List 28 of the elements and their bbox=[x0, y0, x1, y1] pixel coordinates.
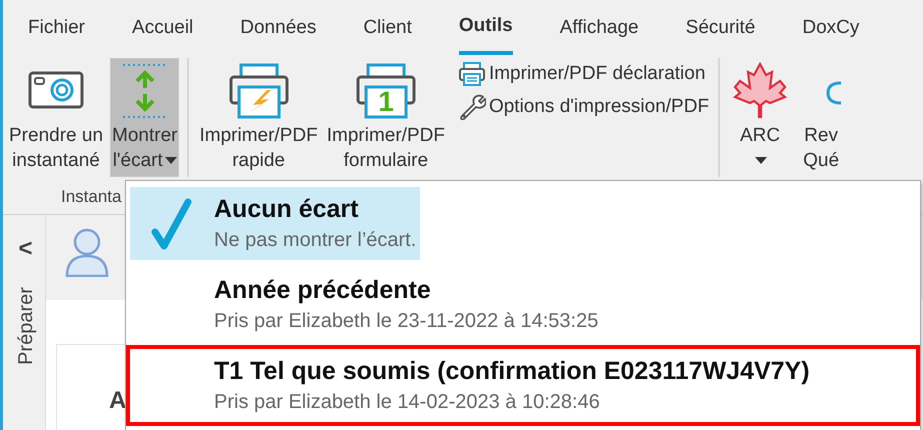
ribbon-button[interactable]: 1 Imprimer/PDF formulaire bbox=[324, 58, 447, 177]
menu-tab[interactable]: Accueil bbox=[132, 0, 194, 55]
ribbon-button[interactable]: Imprimer/PDF déclaration bbox=[458, 60, 710, 88]
menu-tab[interactable]: Outils bbox=[458, 0, 513, 55]
card-heading: A bbox=[109, 387, 126, 414]
panel-tab[interactable]: Préparer bbox=[10, 287, 40, 365]
menu-item[interactable]: T1 Tel que soumis (confirmation E023117WJ4V7Y) Pris par Elizabeth le 14-02-2023 à 10:28:46 bbox=[130, 349, 814, 422]
printer-bolt-icon bbox=[228, 61, 289, 119]
menu-item[interactable]: Année précédente Pris par Elizabeth le 23-11-2022 à 14:53:25 bbox=[130, 268, 602, 341]
check-icon bbox=[150, 196, 194, 252]
ribbon-button[interactable]: ARC bbox=[728, 58, 792, 177]
menu-tab[interactable]: Sécurité bbox=[686, 0, 756, 55]
menu-tab[interactable]: DoxCy bbox=[802, 0, 860, 55]
user-icon bbox=[64, 227, 110, 277]
menu-tab[interactable]: Données bbox=[240, 0, 316, 55]
printer-icon bbox=[458, 61, 486, 88]
ribbon-button[interactable]: Rev Qué bbox=[797, 58, 846, 177]
menu-tab[interactable]: Affichage bbox=[560, 0, 639, 55]
menu-item[interactable]: Aucun écart Ne pas montrer l’écart. bbox=[130, 187, 420, 260]
ribbon-button[interactable]: Prendre un instantané bbox=[7, 58, 106, 177]
menu-tab[interactable]: Fichier bbox=[28, 0, 86, 55]
menu-tab[interactable]: Client bbox=[363, 0, 412, 55]
ribbon-button[interactable]: Montrer l'écart bbox=[110, 58, 180, 177]
ribbon-button[interactable]: Options d'impression/PDF bbox=[458, 92, 710, 121]
collapse-button[interactable]: < bbox=[18, 237, 32, 261]
group-label: Instanta bbox=[61, 186, 122, 208]
ribbon-button[interactable]: Imprimer/PDF rapide bbox=[197, 58, 320, 177]
wrench-icon bbox=[458, 94, 486, 120]
